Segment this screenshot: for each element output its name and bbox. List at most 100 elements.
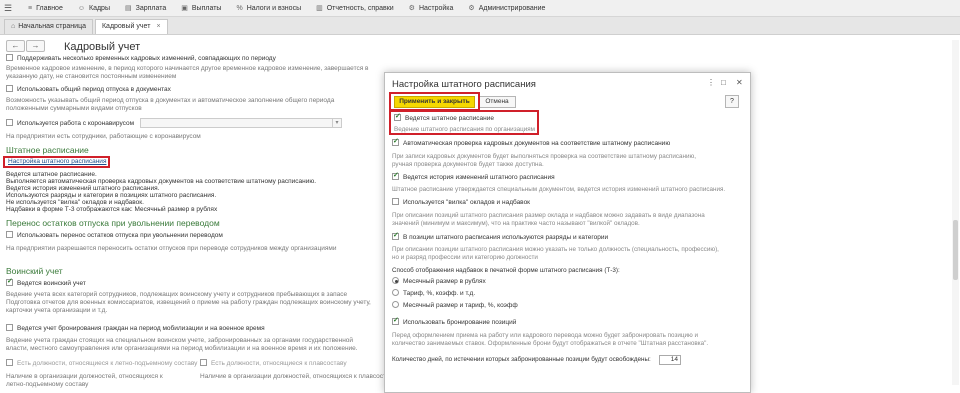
description: Наличие в организации должностей, относя… xyxy=(200,373,397,380)
menu-item-label: Настройка xyxy=(418,4,454,12)
more-icon[interactable]: ⋮ xyxy=(707,78,715,87)
checkbox-box[interactable] xyxy=(6,359,13,366)
auto-check-checkbox[interactable]: Автоматическая проверка кадровых докумен… xyxy=(392,137,670,147)
description: положенными суммарными видами отпусков xyxy=(6,105,142,112)
fork-checkbox[interactable]: Используется "вилка" окладов и надбавок xyxy=(392,198,530,206)
history-checkbox[interactable]: Ведется история изменений штатного распи… xyxy=(392,171,555,181)
covid-checkbox[interactable]: Используется работа с коронавирусом xyxy=(6,119,134,127)
checkbox-label: Использовать общий период отпуска в доку… xyxy=(17,86,171,93)
document-icon: ▤ xyxy=(124,5,132,12)
checkbox-box[interactable] xyxy=(392,231,399,240)
menu-item-settings[interactable]: ⚙ Настройка xyxy=(403,0,463,17)
description: Временное кадровое изменение, в период к… xyxy=(6,65,369,72)
description: При описании позиций штатного расписания… xyxy=(392,212,705,219)
description: но и разряд профессии или категорию долж… xyxy=(392,254,538,261)
menu-item-main[interactable]: ≡ Главное xyxy=(22,0,72,17)
overlap-checkbox[interactable]: Поддерживать несколько временных кадровы… xyxy=(6,54,276,62)
checkbox-box[interactable] xyxy=(6,324,13,331)
scrollbar-thumb[interactable] xyxy=(953,220,958,280)
checkbox-box[interactable] xyxy=(392,316,399,325)
checkbox-label: Ведется воинский учет xyxy=(17,280,86,287)
description: Ведение учета всех категорий сотрудников… xyxy=(6,291,348,298)
menu-item-salary[interactable]: ▤ Зарплата xyxy=(119,0,175,17)
description: При записи кадровых документов будет вып… xyxy=(392,153,697,160)
percent-icon: % xyxy=(236,4,243,12)
radio-label: Месячный размер в рублях xyxy=(403,278,486,285)
close-icon[interactable]: ✕ xyxy=(736,78,743,87)
checkbox-label: Ведется история изменений штатного распи… xyxy=(403,174,555,181)
chevron-down-icon[interactable]: ▾ xyxy=(332,119,341,127)
checkbox-box[interactable] xyxy=(392,171,399,180)
sea-crew-checkbox[interactable]: Есть должности, относящиеся к плавсостав… xyxy=(200,359,347,367)
radio-tariff[interactable]: Тариф, %, коэфф. и т.д. xyxy=(392,289,475,297)
checkbox-box[interactable] xyxy=(6,277,13,286)
tab-home[interactable]: ⌂ Начальная страница xyxy=(4,19,93,34)
description: На предприятии разрешается переносить ос… xyxy=(6,245,337,252)
days-input[interactable]: 14 xyxy=(659,355,681,365)
menu-item-label: Зарплата xyxy=(135,4,167,12)
radio-label: Тариф, %, коэфф. и т.д. xyxy=(403,290,476,297)
highlight-box xyxy=(389,92,480,111)
grades-checkbox[interactable]: В позиции штатного расписания используют… xyxy=(392,231,608,241)
menu-burger-icon[interactable]: ☰ xyxy=(4,3,18,14)
section-heading-staff: Штатное расписание xyxy=(6,145,89,155)
tab-hr-accounting[interactable]: Кадровый учет × xyxy=(94,19,168,34)
checkbox-label: Есть должности, относящиеся к плавсостав… xyxy=(211,360,347,367)
vertical-scrollbar[interactable] xyxy=(952,40,959,385)
menu-item-admin[interactable]: ⚙ Администрирование xyxy=(462,0,554,17)
section-heading-transfer: Перенос остатков отпуска при увольнении … xyxy=(6,218,220,228)
menu-item-reports[interactable]: ▥ Отчетность, справки xyxy=(310,0,403,17)
help-button[interactable]: ? xyxy=(725,95,739,108)
forward-button[interactable]: → xyxy=(26,40,45,52)
checkbox-box[interactable] xyxy=(6,119,13,126)
description: летно-подъемному составу xyxy=(6,381,89,388)
checkbox-label: Использовать перенос остатков отпуска пр… xyxy=(17,232,223,239)
back-button[interactable]: ← xyxy=(6,40,25,52)
cancel-button[interactable]: Отмена xyxy=(478,96,516,108)
description: При описании позиции штатного расписания… xyxy=(392,246,719,253)
people-icon: ☺ xyxy=(77,4,85,12)
radio-monthly-rub[interactable]: Месячный размер в рублях xyxy=(392,277,486,285)
description: указанную дату, не становится постоянным… xyxy=(6,73,177,80)
radio-button[interactable] xyxy=(392,277,399,284)
maximize-icon[interactable]: □ xyxy=(721,78,726,87)
transfer-checkbox[interactable]: Использовать перенос остатков отпуска пр… xyxy=(6,231,223,239)
staff-settings-dialog: Настройка штатного расписания ⋮ □ ✕ Прим… xyxy=(384,72,751,393)
checkbox-label: Используется "вилка" окладов и надбавок xyxy=(403,199,531,206)
booking-checkbox[interactable]: Использовать бронирование позиций xyxy=(392,316,516,326)
description: Штатное расписание утверждается специаль… xyxy=(392,186,726,193)
staff-summary-line: Надбавки в форме Т-3 отображаются как: М… xyxy=(6,206,218,213)
checkbox-box[interactable] xyxy=(200,359,207,366)
tab-bar: ⌂ Начальная страница Кадровый учет × xyxy=(0,17,960,35)
description: На предприятии есть сотрудники, работающ… xyxy=(6,133,201,140)
checkbox-box[interactable] xyxy=(6,231,13,238)
tab-label: Кадровый учет xyxy=(101,23,151,30)
dialog-title: Настройка штатного расписания xyxy=(392,79,536,90)
checkbox-box[interactable] xyxy=(392,198,399,205)
menu-item-label: Отчетность, справки xyxy=(326,4,394,12)
section-heading-military: Воинский учет xyxy=(6,266,63,276)
checkbox-box[interactable] xyxy=(6,54,13,61)
menu-item-hr[interactable]: ☺ Кадры xyxy=(72,0,119,17)
military-checkbox[interactable]: Ведется воинский учет xyxy=(6,277,86,287)
radio-button[interactable] xyxy=(392,289,399,296)
reservation-checkbox[interactable]: Ведется учет бронирования граждан на пер… xyxy=(6,324,265,332)
radio-monthly-and-tariff[interactable]: Месячный размер и тариф, %, коэфф xyxy=(392,301,518,309)
menu-item-label: Выплаты xyxy=(191,4,222,12)
checkbox-box[interactable] xyxy=(6,85,13,92)
menu-item-payments[interactable]: ▣ Выплаты xyxy=(175,0,230,17)
flight-crew-checkbox[interactable]: Есть должности, относящиеся к летно-подъ… xyxy=(6,359,197,367)
radio-label: Месячный размер и тариф, %, коэфф xyxy=(403,302,518,309)
checkbox-box[interactable] xyxy=(392,137,399,146)
radio-button[interactable] xyxy=(392,301,399,308)
vacation-period-checkbox[interactable]: Использовать общий период отпуска в доку… xyxy=(6,85,171,93)
menu-item-label: Налоги и взносы xyxy=(246,4,302,12)
top-menu-bar: ☰ ≡ Главное ☺ Кадры ▤ Зарплата ▣ Выплаты % На… xyxy=(0,0,960,17)
menu-item-taxes[interactable]: % Налоги и взносы xyxy=(230,0,310,17)
description: Возможность указывать общий период отпус… xyxy=(6,97,335,104)
menu-item-label: Кадры xyxy=(89,4,110,12)
highlight-box xyxy=(3,156,110,168)
t3-display-label: Способ отображения надбавок в печатной ф… xyxy=(392,267,620,274)
covid-select[interactable]: ▾ xyxy=(140,118,342,128)
close-icon[interactable]: × xyxy=(156,20,160,34)
